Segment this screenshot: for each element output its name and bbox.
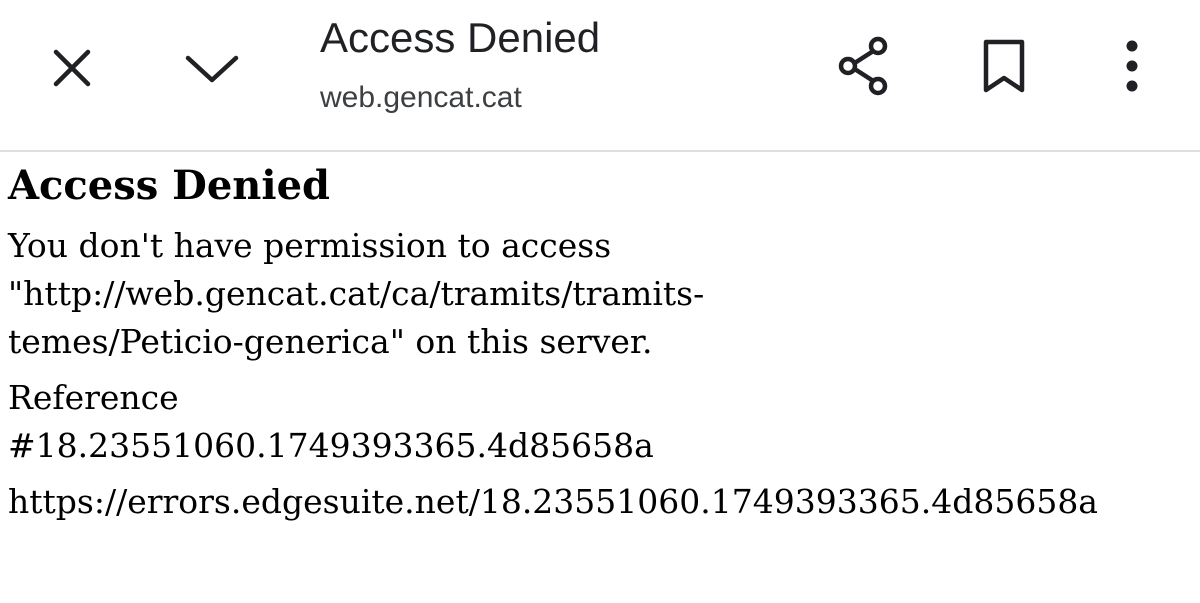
browser-toolbar: Access Denied web.gencat.cat [0,0,1200,152]
share-button[interactable] [824,26,904,106]
more-options-button[interactable] [1092,26,1172,106]
error-url: https://errors.edgesuite.net/18.23551060… [8,482,1098,521]
more-vert-icon [1122,38,1142,94]
share-icon [834,34,894,98]
toolbar-domain: web.gencat.cat [320,81,522,114]
minimize-button[interactable] [172,28,252,108]
close-button[interactable] [32,28,112,108]
page-content: Access Denied You don't have permission … [8,154,1198,526]
reference-text: Reference #18.23551060.1749393365.4d8565… [8,378,654,465]
bookmark-icon [982,38,1026,94]
page-heading: Access Denied [8,162,330,209]
error-message: You don't have permission to access "htt… [8,226,705,361]
chevron-down-icon [184,50,240,86]
bookmark-button[interactable] [964,26,1044,106]
toolbar-title: Access Denied [320,14,601,61]
close-icon [50,46,94,90]
toolbar-title-block: Access Denied web.gencat.cat [320,12,800,118]
